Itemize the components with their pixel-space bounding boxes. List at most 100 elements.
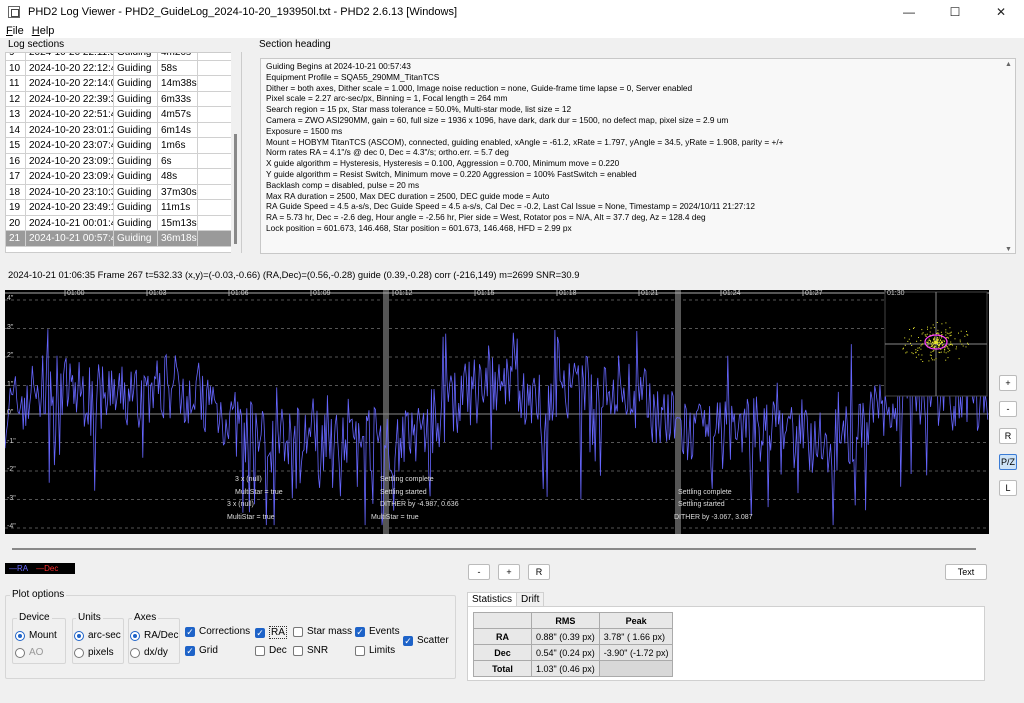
stats-total-peak	[598, 660, 674, 677]
stats-label-ra: RA	[473, 628, 532, 645]
log-section-row[interactable]: 12 2024-10-20 22:39:32 Guiding 6m33s	[6, 91, 241, 107]
radio-pixels[interactable]	[74, 647, 84, 658]
log-section-row[interactable]: 21 2024-10-21 00:57:43 Guiding 36m18s	[6, 231, 241, 247]
stats-header-row: RMS Peak	[473, 612, 674, 629]
scatter-point	[966, 330, 967, 332]
scatter-point	[950, 341, 952, 343]
section-line: Dither = both axes, Dither scale = 1.000…	[266, 82, 693, 93]
minimize-button[interactable]: —	[886, 0, 932, 24]
dec-checkbox[interactable]: Dec	[255, 645, 287, 656]
menu-help[interactable]: Help	[32, 25, 55, 37]
reset-button[interactable]: R	[528, 564, 550, 580]
log-cell-dur: 4m57s	[158, 107, 198, 122]
log-section-row[interactable]: 15 2024-10-20 23:07:49 Guiding 1m6s	[6, 138, 241, 154]
corrections-checkbox[interactable]: ✓ Corrections	[185, 626, 250, 637]
section-line: Search region = 15 px, Star mass toleran…	[266, 104, 572, 115]
check-snr[interactable]	[293, 645, 303, 656]
check-scatter[interactable]: ✓	[403, 635, 413, 646]
scatter-point	[945, 329, 947, 331]
guide-graph[interactable]: 4" 3" 2" 1" 0" -1" -2" -3" -4" 01:00 01:03 01:06 01:…	[5, 290, 989, 534]
event-label: MultiStar = true	[371, 514, 419, 521]
check-events[interactable]: ✓	[355, 626, 365, 637]
tab-statistics[interactable]: Statistics	[467, 592, 518, 607]
events-checkbox[interactable]: ✓ Events	[355, 626, 400, 637]
scatter-point	[937, 329, 939, 331]
device-mount-radio[interactable]: Mount	[15, 630, 57, 641]
axes-radec-radio[interactable]: RA/Dec	[130, 630, 178, 641]
scroll-left-button[interactable]: -	[468, 564, 490, 580]
graph-scrollbar[interactable]	[12, 548, 976, 550]
scatter-point	[926, 333, 928, 335]
log-section-row[interactable]: 19 2024-10-20 23:49:10 Guiding 11m1s	[6, 200, 241, 216]
lock-button[interactable]: L	[999, 480, 1017, 496]
radio-mount[interactable]	[15, 630, 25, 641]
close-button[interactable]: ✕	[978, 0, 1024, 24]
scatter-point	[910, 342, 911, 344]
log-section-row[interactable]: 16 2024-10-20 23:09:15 Guiding 6s	[6, 153, 241, 169]
scatter-point	[945, 359, 947, 361]
zoom-in-button[interactable]: +	[999, 375, 1017, 391]
stats-tabs: Statistics Drift	[467, 592, 545, 607]
scatter-point	[943, 340, 945, 342]
scroll-up-icon[interactable]: ▲	[1005, 61, 1012, 68]
reset-scale-button[interactable]: R	[999, 428, 1017, 444]
radio-arcsec[interactable]	[74, 630, 84, 641]
legend-ra: —RA	[9, 564, 29, 573]
scatter-checkbox[interactable]: ✓ Scatter	[403, 635, 449, 646]
ra-checkbox[interactable]: ✓ RA	[255, 626, 287, 639]
maximize-button[interactable]: ☐	[932, 0, 978, 24]
star-mass-checkbox[interactable]: Star mass	[293, 626, 352, 637]
units-pixels-radio[interactable]: pixels	[74, 647, 114, 658]
tab-drift[interactable]: Drift	[516, 592, 545, 607]
units-label: Units	[76, 612, 103, 623]
grid-checkbox[interactable]: ✓ Grid	[185, 645, 218, 656]
section-heading-text[interactable]: Guiding Begins at 2024-10-21 00:57:43 Equ…	[260, 58, 1016, 254]
scatter-point	[940, 349, 942, 350]
menu-file[interactable]: File	[6, 25, 24, 37]
scatter-point	[933, 347, 935, 348]
scatter-point	[935, 358, 937, 360]
scatter-point	[966, 334, 968, 336]
check-star-mass[interactable]	[293, 626, 303, 637]
pan-zoom-button[interactable]: P/Z	[999, 454, 1017, 470]
check-corrections[interactable]: ✓	[185, 626, 195, 637]
log-section-row[interactable]: 17 2024-10-20 23:09:44 Guiding 48s	[6, 169, 241, 185]
section-line: Lock position = 601.673, 146.468, Star p…	[266, 222, 572, 233]
scatter-point	[965, 346, 967, 348]
log-section-row[interactable]: 20 2024-10-21 00:01:42 Guiding 15m13s	[6, 215, 241, 231]
y-tick-label: -1"	[7, 437, 16, 445]
log-section-row[interactable]: 10 2024-10-20 22:12:40 Guiding 58s	[6, 60, 241, 76]
log-sections-list[interactable]: 9 2024-10-20 22:11:57 Guiding 4m20s 10 2024-1…	[5, 52, 242, 253]
scrollbar-thumb[interactable]	[234, 134, 237, 244]
y-tick-label: -2"	[7, 466, 16, 473]
axes-dxdy-radio[interactable]: dx/dy	[130, 647, 168, 658]
snr-checkbox[interactable]: SNR	[293, 645, 328, 656]
zoom-out-button[interactable]: -	[999, 401, 1017, 417]
scroll-right-button[interactable]: +	[498, 564, 520, 580]
scatter-point	[917, 347, 919, 349]
section-scrollbar[interactable]: ▲ ▼	[1003, 60, 1014, 253]
check-grid[interactable]: ✓	[185, 645, 195, 656]
limits-checkbox[interactable]: Limits	[355, 645, 395, 656]
check-ra[interactable]: ✓	[255, 627, 265, 638]
radio-dxdy[interactable]	[130, 647, 140, 658]
check-dec[interactable]	[255, 645, 265, 656]
scatter-point	[915, 352, 917, 354]
log-section-row[interactable]: 14 2024-10-20 23:01:23 Guiding 6m14s	[6, 122, 241, 138]
log-list-scrollbar[interactable]	[231, 52, 241, 253]
section-line: Guiding Begins at 2024-10-21 00:57:43	[266, 61, 411, 71]
log-section-row[interactable]: 11 2024-10-20 22:14:04 Guiding 14m38s	[6, 76, 241, 92]
radio-radec[interactable]	[130, 630, 140, 641]
log-section-row[interactable]: 13 2024-10-20 22:51:49 Guiding 4m57s	[6, 107, 241, 123]
units-arcsec-radio[interactable]: arc-sec	[74, 630, 121, 641]
log-section-row[interactable]: 9 2024-10-20 22:11:57 Guiding 4m20s	[6, 53, 241, 61]
scatter-point	[946, 346, 948, 348]
scroll-down-icon[interactable]: ▼	[1005, 246, 1012, 253]
scatter-point	[913, 328, 914, 329]
scatter-point	[931, 359, 933, 361]
check-limits[interactable]	[355, 645, 365, 656]
log-cell-idx: 19	[6, 200, 26, 215]
text-button[interactable]: Text	[945, 564, 987, 580]
log-section-row[interactable]: 18 2024-10-20 23:10:39 Guiding 37m30s	[6, 184, 241, 200]
time-tick-label: 01:30	[887, 290, 905, 297]
